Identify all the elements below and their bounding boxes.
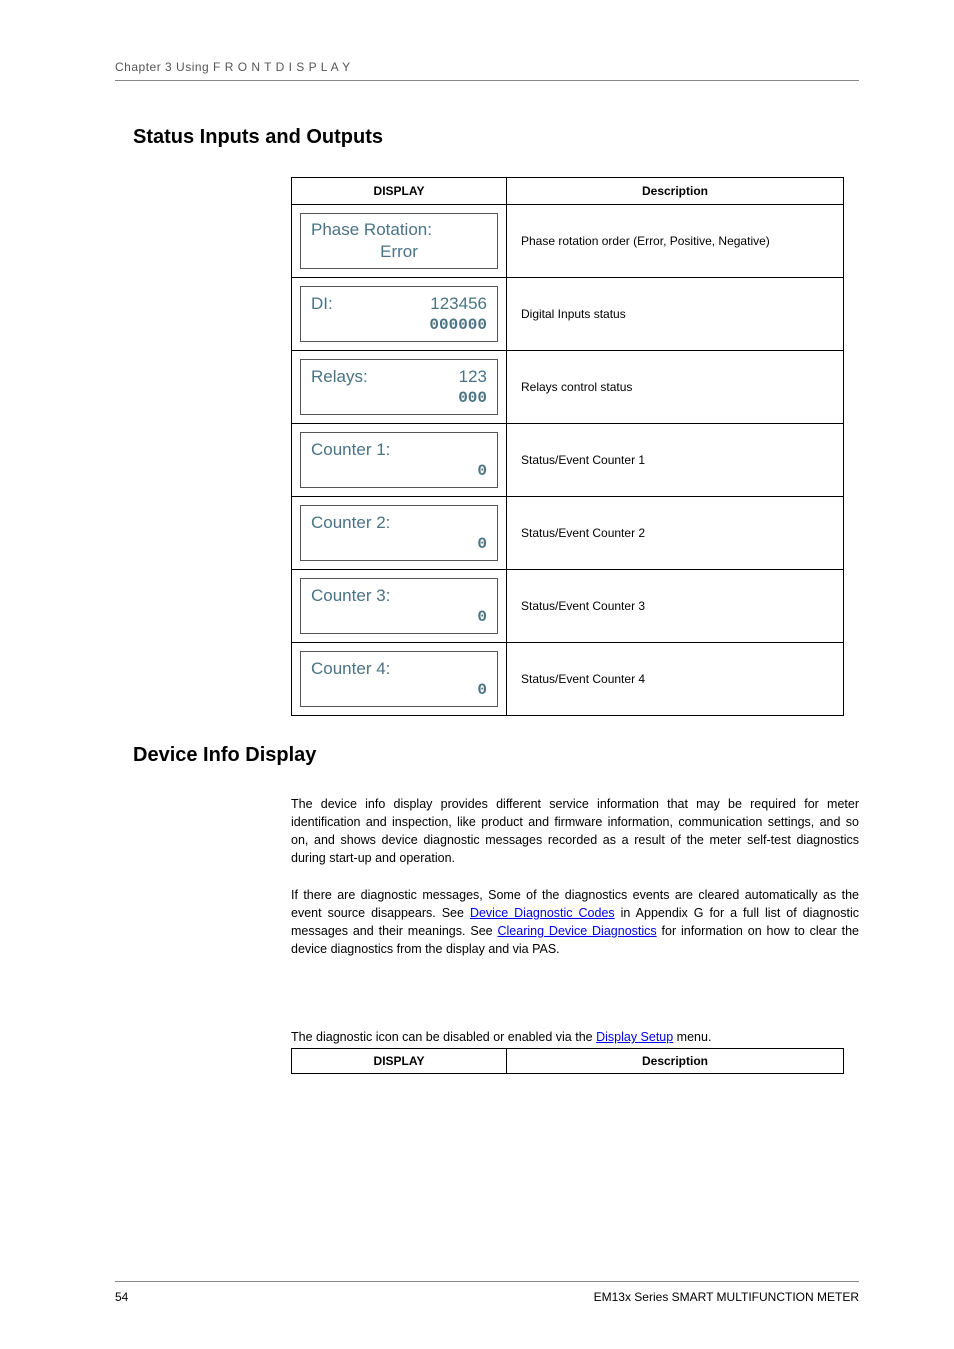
device-info-table: DISPLAY Description: [291, 1048, 844, 1074]
display-cell: Counter 1: 0: [292, 424, 507, 497]
display-label: Counter 1:: [311, 440, 390, 460]
lcd-display: Counter 3: 0: [300, 578, 498, 634]
display-label: Counter 2:: [311, 513, 390, 533]
description-cell: Status/Event Counter 4: [507, 643, 844, 716]
display-cell: Relays: 123 000: [292, 351, 507, 424]
display-label: Counter 4:: [311, 659, 390, 679]
display-line1: DI: 123456: [311, 294, 487, 314]
display-cell: Phase Rotation:Error: [292, 205, 507, 278]
text-span: menu.: [673, 1030, 711, 1044]
display-cell: Counter 3: 0: [292, 570, 507, 643]
lcd-display: Phase Rotation:Error: [300, 213, 498, 269]
lcd-display: Relays: 123 000: [300, 359, 498, 415]
status-table: DISPLAY Description Phase Rotation:Error…: [291, 177, 844, 716]
display-label: DI:: [311, 294, 333, 314]
display-label: Counter 3:: [311, 586, 390, 606]
table-row: Counter 4: 0 Status/Event Counter 4: [292, 643, 844, 716]
display-line2: 0: [311, 535, 487, 553]
table-row: Counter 2: 0 Status/Event Counter 2: [292, 497, 844, 570]
section-heading-status: Status Inputs and Outputs: [133, 126, 859, 149]
table-header-description: Description: [507, 1049, 844, 1074]
display-setup-link[interactable]: Display Setup: [596, 1030, 673, 1044]
display-line2: 0: [311, 681, 487, 699]
display-line2: 0: [311, 462, 487, 480]
display-cell: Counter 2: 0: [292, 497, 507, 570]
page-header: Chapter 3 Using F R O N T D I S P L A Y: [115, 60, 859, 81]
display-line2: Error: [311, 242, 487, 262]
display-cell: DI: 123456 000000: [292, 278, 507, 351]
display-line2: 000000: [311, 316, 487, 334]
lcd-display: DI: 123456 000000: [300, 286, 498, 342]
table-row: Relays: 123 000 Relays control status: [292, 351, 844, 424]
lcd-display: Counter 2: 0: [300, 505, 498, 561]
display-label: Phase Rotation:: [311, 220, 432, 240]
display-line1: Counter 3:: [311, 586, 487, 606]
footer-title: EM13x Series SMART MULTIFUNCTION METER: [594, 1290, 859, 1304]
device-info-para2: If there are diagnostic messages, Some o…: [291, 886, 859, 959]
table-header-display: DISPLAY: [292, 1049, 507, 1074]
display-line1: Counter 4:: [311, 659, 487, 679]
display-line1: Counter 1:: [311, 440, 487, 460]
page-footer: 54 EM13x Series SMART MULTIFUNCTION METE…: [115, 1281, 859, 1304]
description-cell: Status/Event Counter 3: [507, 570, 844, 643]
description-cell: Status/Event Counter 1: [507, 424, 844, 497]
description-cell: Relays control status: [507, 351, 844, 424]
device-info-para1: The device info display provides differe…: [291, 795, 859, 868]
device-diagnostic-codes-link[interactable]: Device Diagnostic Codes: [470, 906, 615, 920]
description-cell: Status/Event Counter 2: [507, 497, 844, 570]
table-header-description: Description: [507, 178, 844, 205]
lcd-display: Counter 4: 0: [300, 651, 498, 707]
description-cell: Digital Inputs status: [507, 278, 844, 351]
description-cell: Phase rotation order (Error, Positive, N…: [507, 205, 844, 278]
display-line2: 0: [311, 608, 487, 626]
display-line1: Phase Rotation:: [311, 220, 487, 240]
text-span: The diagnostic icon can be disabled or e…: [291, 1030, 596, 1044]
table-header-display: DISPLAY: [292, 178, 507, 205]
display-line1: Relays: 123: [311, 367, 487, 387]
display-right: 123: [459, 367, 487, 387]
display-label: Relays:: [311, 367, 368, 387]
table-row: Counter 3: 0 Status/Event Counter 3: [292, 570, 844, 643]
device-info-para3: The diagnostic icon can be disabled or e…: [291, 1028, 859, 1046]
table-row: DI: 123456 000000 Digital Inputs status: [292, 278, 844, 351]
page-number: 54: [115, 1290, 128, 1304]
display-cell: Counter 4: 0: [292, 643, 507, 716]
clearing-device-diagnostics-link[interactable]: Clearing Device Diagnostics: [498, 924, 657, 938]
lcd-display: Counter 1: 0: [300, 432, 498, 488]
table-row: Phase Rotation:ErrorPhase rotation order…: [292, 205, 844, 278]
display-line1: Counter 2:: [311, 513, 487, 533]
display-right: 123456: [430, 294, 487, 314]
section-heading-device-info: Device Info Display: [133, 744, 859, 767]
display-line2: 000: [311, 389, 487, 407]
table-row: Counter 1: 0 Status/Event Counter 1: [292, 424, 844, 497]
